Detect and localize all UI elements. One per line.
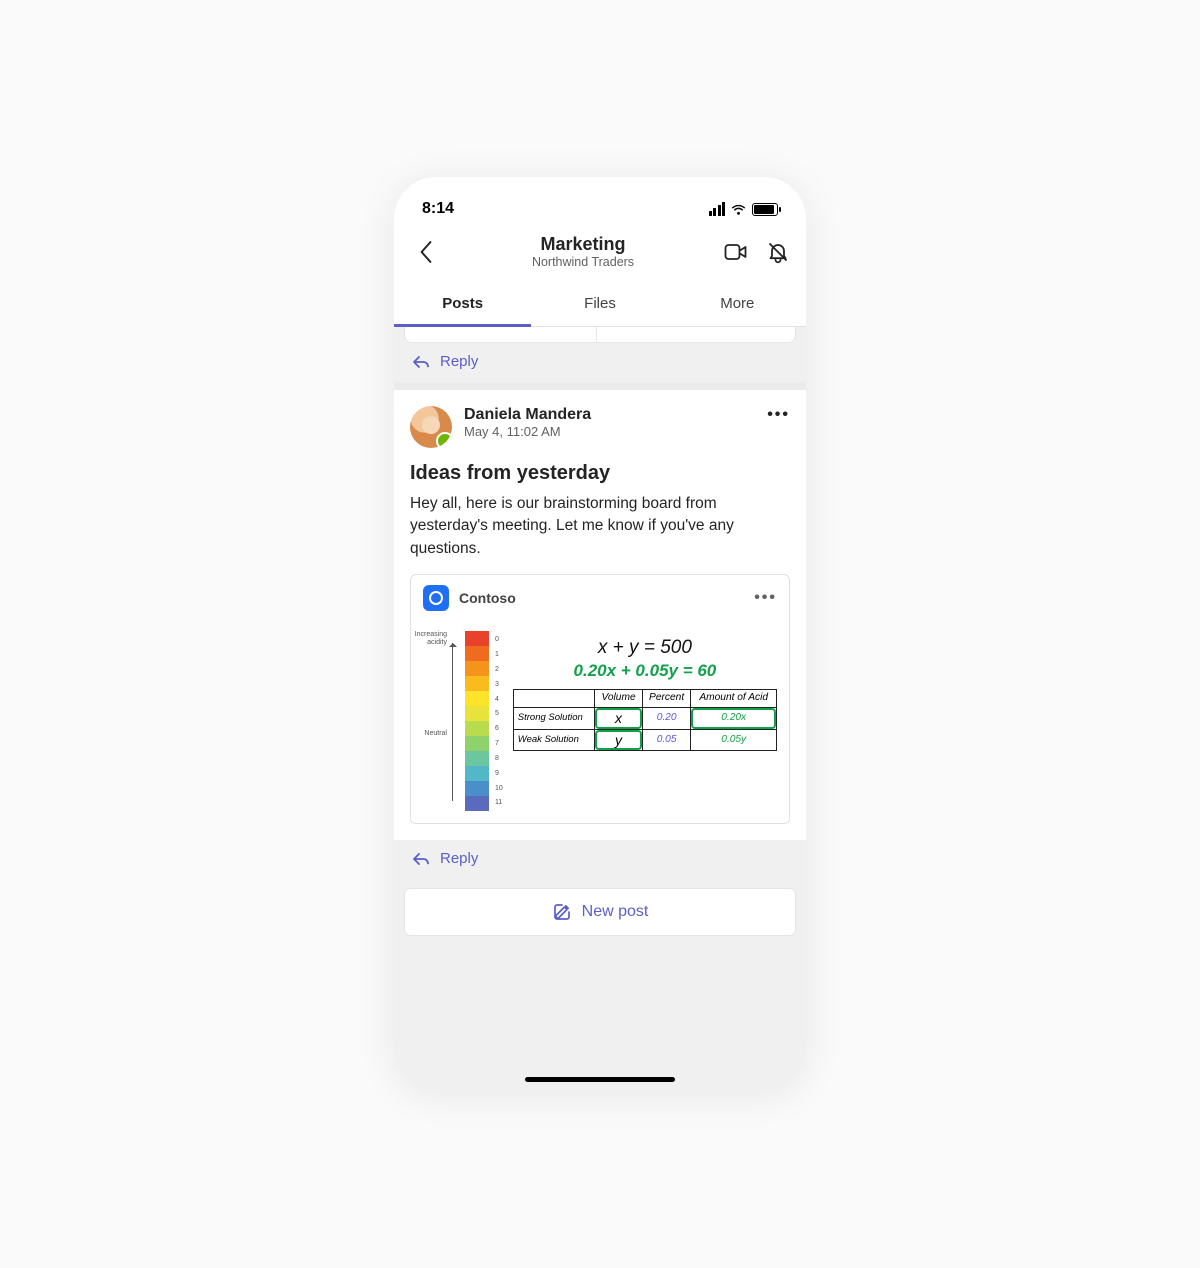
post-body: Hey all, here is our brainstorming board… [410, 493, 790, 560]
tab-label: More [720, 295, 754, 312]
back-button[interactable] [408, 234, 444, 270]
equation-1: x + y = 500 [513, 631, 777, 661]
battery-icon [752, 203, 778, 216]
team-subtitle: Northwind Traders [444, 255, 722, 269]
equation-2: 0.20x + 0.05y = 60 [513, 661, 777, 689]
phone-frame: 8:14 Marketing Northwind Traders [394, 177, 806, 1091]
wifi-icon [730, 203, 747, 216]
reply-label: Reply [440, 850, 478, 867]
reply-button[interactable]: Reply [394, 840, 806, 879]
post-author: Daniela Mandera [464, 406, 591, 424]
cellular-icon [709, 202, 726, 216]
ph-scale: Increasing acidity Neutral 0123456789101… [423, 631, 503, 811]
app-icon [423, 585, 449, 611]
attachment-more-button[interactable]: ••• [754, 589, 777, 607]
attachment-card[interactable]: Contoso ••• Increasing acidity Neutral [410, 574, 790, 824]
compose-icon [552, 902, 572, 922]
reply-label: Reply [440, 353, 478, 370]
solution-table: Volume Percent Amount of Acid Strong Sol… [513, 689, 777, 751]
post: Daniela Mandera May 4, 11:02 AM ••• Idea… [394, 390, 806, 840]
post-more-button[interactable]: ••• [767, 406, 790, 424]
tab-label: Files [584, 295, 616, 312]
whiteboard-preview: Increasing acidity Neutral 0123456789101… [411, 621, 789, 823]
new-post-label: New post [582, 903, 649, 921]
status-indicators [709, 202, 779, 216]
tab-files[interactable]: Files [531, 281, 668, 326]
tab-label: Posts [442, 295, 483, 312]
reply-button-prev[interactable]: Reply [394, 343, 806, 382]
post-timestamp: May 4, 11:02 AM [464, 424, 591, 439]
channel-title: Marketing [444, 234, 722, 255]
reply-icon [412, 851, 430, 867]
new-post-button[interactable]: New post [404, 888, 796, 936]
scale-mid-label: Neutral [424, 730, 447, 737]
status-bar: 8:14 [394, 177, 806, 223]
meet-button[interactable] [722, 238, 750, 266]
previous-post-card[interactable] [404, 327, 796, 343]
home-indicator [525, 1077, 675, 1082]
tab-posts[interactable]: Posts [394, 281, 531, 326]
status-time: 8:14 [422, 200, 454, 218]
scale-top-label: Increasing acidity [415, 631, 447, 646]
reply-icon [412, 354, 430, 370]
tab-bar: Posts Files More [394, 281, 806, 327]
avatar[interactable] [410, 406, 452, 448]
feed: Reply Daniela Mandera May 4, 11:02 AM ••… [394, 327, 806, 1091]
feed-divider [394, 382, 806, 390]
notifications-button[interactable] [764, 238, 792, 266]
post-title: Ideas from yesterday [410, 462, 790, 485]
attachment-app-name: Contoso [459, 590, 516, 606]
app-bar: Marketing Northwind Traders [394, 223, 806, 281]
tab-more[interactable]: More [669, 281, 806, 326]
